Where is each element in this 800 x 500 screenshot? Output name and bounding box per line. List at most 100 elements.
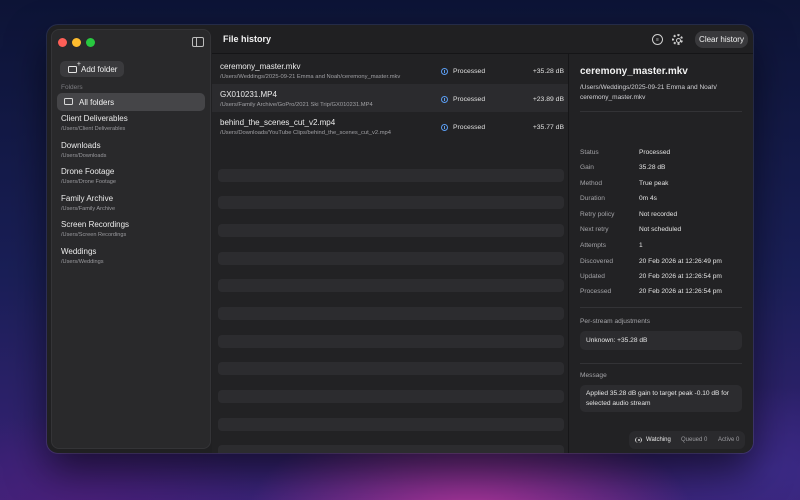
info-icon bbox=[441, 68, 448, 75]
file-row[interactable]: ceremony_master.mkv /Users/Weddings/2025… bbox=[212, 56, 568, 84]
clear-history-button[interactable]: Clear history bbox=[695, 31, 748, 48]
add-folder-label: Add folder bbox=[81, 64, 118, 74]
field-value: 1 bbox=[639, 242, 643, 249]
file-path: /Users/Family Archive/GoPro/2021 Ski Tri… bbox=[220, 102, 373, 108]
filter-icon[interactable]: ≡ bbox=[652, 34, 663, 45]
gear-icon[interactable] bbox=[672, 34, 683, 45]
file-status: Processed bbox=[453, 96, 486, 103]
per-stream-value: Unknown: +35.28 dB bbox=[586, 337, 648, 344]
file-name: GX010231.MP4 bbox=[220, 90, 277, 99]
page-title: File history bbox=[223, 34, 272, 44]
folder-path: /Users/Downloads bbox=[61, 153, 107, 159]
folder-path: /Users/Client Deliverables bbox=[61, 126, 126, 132]
field-label: Retry policy bbox=[580, 211, 615, 218]
active-count: Active 0 bbox=[718, 437, 740, 443]
field-value: 20 Feb 2026 at 12:26:54 pm bbox=[639, 288, 722, 295]
folders-section-label: Folders bbox=[61, 84, 83, 91]
folder-name: Drone Footage bbox=[61, 167, 115, 176]
folder-name: Downloads bbox=[61, 141, 101, 150]
folder-name: Client Deliverables bbox=[61, 114, 128, 123]
file-row[interactable]: behind_the_scenes_cut_v2.mp4 /Users/Down… bbox=[212, 112, 568, 140]
folder-path: /Users/Family Archive bbox=[61, 206, 116, 212]
placeholder-row bbox=[218, 307, 564, 320]
close-window-button[interactable] bbox=[58, 38, 67, 47]
sidebar-item-client-deliverables[interactable]: Client Deliverables /Users/Client Delive… bbox=[61, 114, 209, 132]
field-value: 0m 4s bbox=[639, 195, 657, 202]
detail-path: /Users/Weddings/2025-09-21 Emma and Noah… bbox=[580, 84, 717, 101]
placeholder-row bbox=[218, 169, 564, 182]
placeholder-row bbox=[218, 362, 564, 375]
folder-name: Screen Recordings bbox=[61, 220, 130, 229]
field-label: Discovered bbox=[580, 258, 613, 265]
per-stream-box: Unknown: +35.28 dB bbox=[580, 331, 742, 350]
queued-count: Queued 0 bbox=[681, 437, 708, 443]
folder-name: Weddings bbox=[61, 247, 97, 256]
field-label: Method bbox=[580, 180, 602, 187]
file-status: Processed bbox=[453, 124, 486, 131]
zoom-window-button[interactable] bbox=[86, 38, 95, 47]
sidebar-item-screen-recordings[interactable]: Screen Recordings /Users/Screen Recordin… bbox=[61, 220, 209, 238]
info-icon bbox=[441, 96, 448, 103]
broadcast-icon bbox=[635, 437, 642, 443]
placeholder-row bbox=[218, 196, 564, 209]
field-value: 35.28 dB bbox=[639, 164, 666, 171]
tray-icon bbox=[64, 98, 73, 105]
placeholder-row bbox=[218, 390, 564, 403]
watch-status: Watching bbox=[646, 437, 671, 443]
sidebar-item-drone-footage[interactable]: Drone Footage /Users/Drone Footage bbox=[61, 167, 209, 185]
sidebar-item-all-folders[interactable]: All folders bbox=[57, 93, 205, 111]
field-label: Status bbox=[580, 149, 599, 156]
add-folder-button[interactable]: Add folder bbox=[60, 61, 124, 77]
field-label: Processed bbox=[580, 288, 612, 295]
message-value: Applied 35.28 dB gain to target peak -0.… bbox=[586, 390, 729, 407]
folder-path: /Users/Screen Recordings bbox=[61, 232, 127, 238]
file-list: ceremony_master.mkv /Users/Weddings/2025… bbox=[212, 54, 568, 453]
folder-name: Family Archive bbox=[61, 194, 114, 203]
folder-path: /Users/Weddings bbox=[61, 259, 104, 265]
watch-status-pill[interactable]: Watching Queued 0 Active 0 bbox=[629, 431, 745, 449]
field-label: Duration bbox=[580, 195, 605, 202]
field-value: 20 Feb 2026 at 12:26:54 pm bbox=[639, 273, 722, 280]
file-path: /Users/Weddings/2025-09-21 Emma and Noah… bbox=[220, 74, 401, 80]
field-label: Gain bbox=[580, 164, 594, 171]
message-label: Message bbox=[580, 372, 607, 379]
field-value: Not scheduled bbox=[639, 226, 682, 233]
folder-path: /Users/Drone Footage bbox=[61, 179, 117, 185]
sidebar-item-weddings[interactable]: Weddings /Users/Weddings bbox=[61, 247, 209, 265]
folder-plus-icon bbox=[68, 61, 81, 73]
placeholder-row bbox=[218, 252, 564, 265]
per-stream-label: Per-stream adjustments bbox=[580, 318, 650, 325]
file-name: ceremony_master.mkv bbox=[220, 62, 301, 71]
field-value: Not recorded bbox=[639, 211, 678, 218]
info-icon bbox=[441, 124, 448, 131]
file-gain: +35.28 dB bbox=[532, 68, 564, 75]
placeholder-row bbox=[218, 224, 564, 237]
file-row[interactable]: GX010231.MP4 /Users/Family Archive/GoPro… bbox=[212, 84, 568, 112]
divider bbox=[580, 363, 742, 364]
field-label: Next retry bbox=[580, 226, 609, 233]
placeholder-row bbox=[218, 335, 564, 348]
sidebar-toggle-icon[interactable] bbox=[192, 37, 204, 47]
message-box: Applied 35.28 dB gain to target peak -0.… bbox=[580, 385, 742, 412]
app-window: Add folder Folders All folders Client De… bbox=[47, 25, 753, 453]
field-value: True peak bbox=[639, 180, 669, 187]
sidebar: Add folder Folders All folders Client De… bbox=[51, 29, 211, 449]
divider bbox=[580, 307, 742, 308]
field-label: Updated bbox=[580, 273, 605, 280]
placeholder-row bbox=[218, 418, 564, 431]
detail-title: ceremony_master.mkv bbox=[580, 66, 688, 77]
detail-panel: ceremony_master.mkv /Users/Weddings/2025… bbox=[569, 54, 753, 453]
placeholder-row bbox=[218, 279, 564, 292]
divider bbox=[580, 111, 742, 112]
sidebar-item-family-archive[interactable]: Family Archive /Users/Family Archive bbox=[61, 194, 209, 212]
file-gain: +35.77 dB bbox=[532, 124, 564, 131]
placeholder-row bbox=[218, 445, 564, 453]
sidebar-item-downloads[interactable]: Downloads /Users/Downloads bbox=[61, 141, 209, 159]
minimize-window-button[interactable] bbox=[72, 38, 81, 47]
file-name: behind_the_scenes_cut_v2.mp4 bbox=[220, 118, 336, 127]
field-label: Attempts bbox=[580, 242, 607, 249]
file-status: Processed bbox=[453, 68, 486, 75]
field-value: 20 Feb 2026 at 12:26:49 pm bbox=[639, 258, 722, 265]
file-gain: +23.89 dB bbox=[532, 96, 564, 103]
sidebar-item-label: All folders bbox=[79, 97, 115, 107]
